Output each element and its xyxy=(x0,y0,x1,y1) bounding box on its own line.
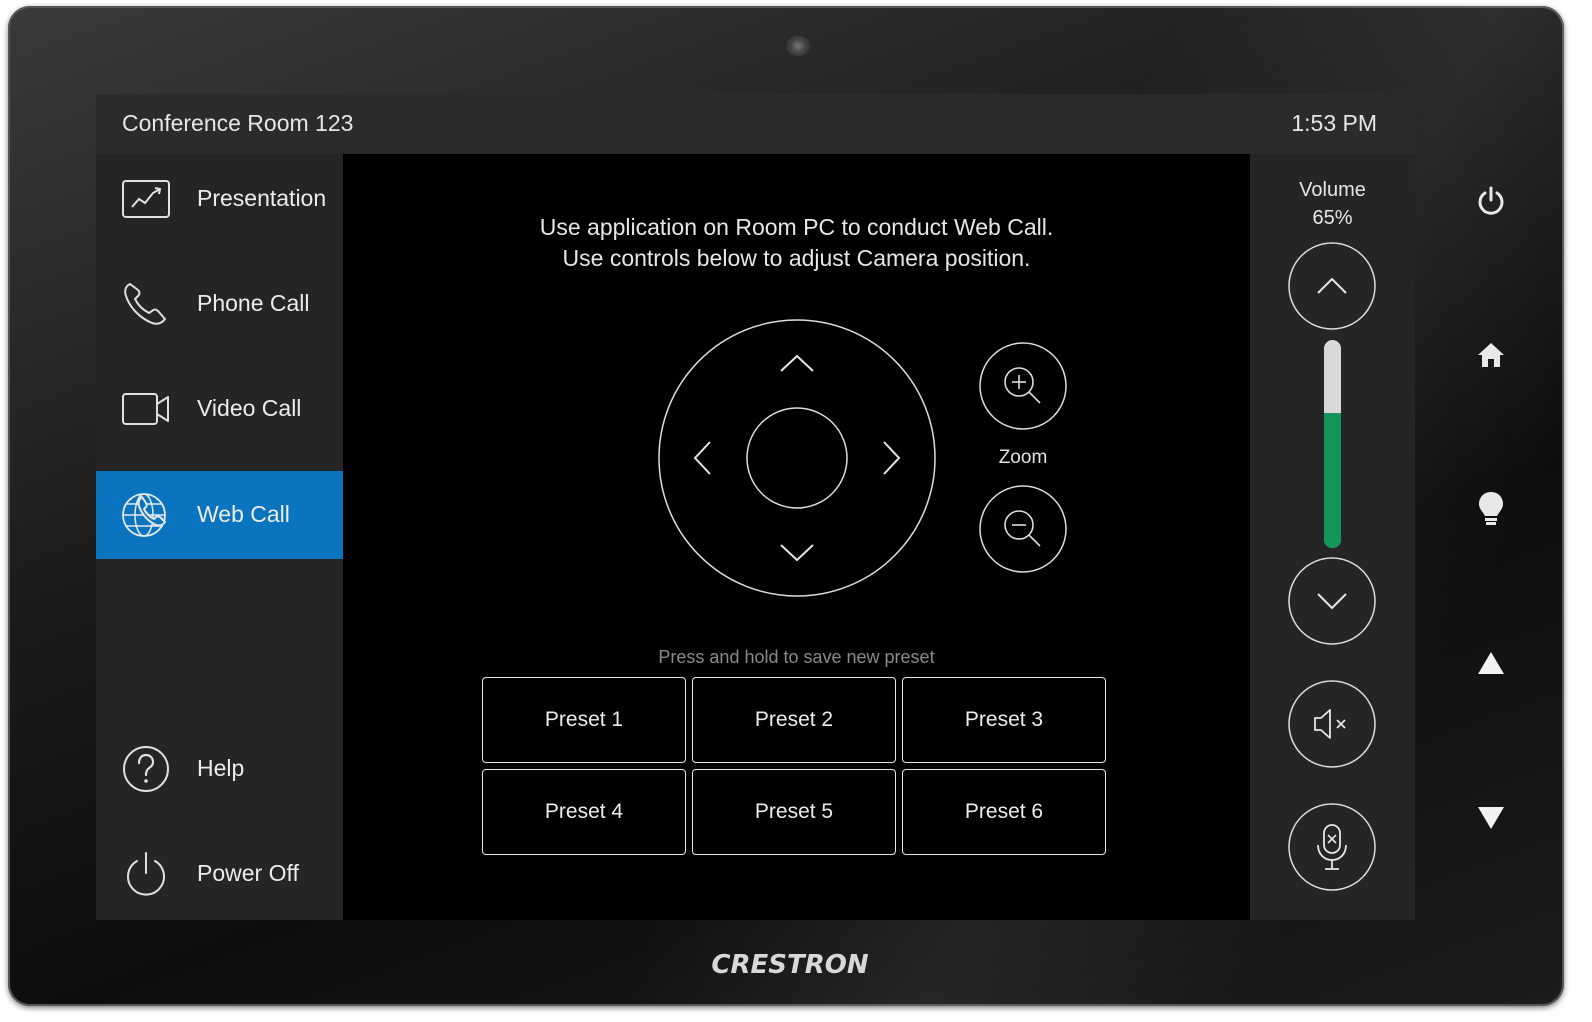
nav-item-video-call[interactable]: Video Call xyxy=(96,365,343,453)
hardware-up-button[interactable] xyxy=(1466,638,1516,688)
volume-level-fill xyxy=(1324,412,1341,548)
hardware-home-button[interactable] xyxy=(1466,330,1516,380)
nav-label-phone-call: Phone Call xyxy=(197,290,310,316)
mute-microphone-button[interactable] xyxy=(1288,803,1376,891)
volume-percent: 65% xyxy=(1312,207,1353,229)
volume-up-button[interactable] xyxy=(1288,242,1376,330)
clock: 1:53 PM xyxy=(1291,110,1377,136)
speaker-mute-icon xyxy=(1314,709,1346,739)
presentation-chart-icon xyxy=(122,180,170,218)
zoom-out-button[interactable] xyxy=(979,485,1067,573)
volume-label: Volume xyxy=(1299,179,1366,201)
instructions-line-1: Use application on Room PC to conduct We… xyxy=(539,214,1054,240)
brand-logo: CRESTRON xyxy=(711,950,869,980)
nav-label-power-off: Power Off xyxy=(197,860,299,886)
camera-up-button[interactable] xyxy=(762,339,832,389)
chevron-up-icon xyxy=(1317,277,1347,294)
room-name: Conference Room 123 xyxy=(122,110,354,136)
nav-label-help: Help xyxy=(197,755,245,781)
nav-label-presentation: Presentation xyxy=(197,185,327,211)
volume-title: Volume 65% xyxy=(1250,176,1415,232)
instructions: Use application on Room PC to conduct We… xyxy=(343,212,1250,274)
preset-5-button[interactable]: Preset 5 xyxy=(692,769,896,855)
preset-hint: Press and hold to save new preset xyxy=(658,647,935,667)
zoom-in-icon xyxy=(1004,367,1041,404)
video-camera-icon xyxy=(122,393,169,425)
power-icon xyxy=(1478,186,1504,215)
nav-item-phone-call[interactable]: Phone Call xyxy=(96,260,343,348)
camera-left-button[interactable] xyxy=(678,423,728,493)
touch-screen: Conference Room 123 1:53 PM Presentation… xyxy=(96,94,1415,920)
camera-dpad xyxy=(658,319,936,597)
top-bar: Conference Room 123 1:53 PM xyxy=(96,94,1415,154)
microphone-mute-icon xyxy=(1317,824,1347,870)
hardware-power-button[interactable] xyxy=(1466,176,1516,226)
camera-right-button[interactable] xyxy=(866,423,916,493)
preset-4-button[interactable]: Preset 4 xyxy=(482,769,686,855)
question-icon xyxy=(123,746,169,792)
camera-lens xyxy=(786,36,810,56)
light-bulb-icon xyxy=(1479,492,1503,525)
chevron-down-icon xyxy=(1317,593,1347,610)
home-icon xyxy=(1478,343,1504,367)
arrow-down-icon xyxy=(1478,807,1504,829)
phone-icon xyxy=(124,283,166,325)
volume-slider[interactable] xyxy=(1324,340,1341,548)
globe-phone-icon xyxy=(122,493,166,537)
nav-label-web-call: Web Call xyxy=(197,501,290,527)
camera-down-button[interactable] xyxy=(762,527,832,577)
preset-6-button[interactable]: Preset 6 xyxy=(902,769,1106,855)
nav-item-presentation[interactable]: Presentation xyxy=(96,155,343,243)
nav-label-video-call: Video Call xyxy=(197,395,302,421)
preset-3-button[interactable]: Preset 3 xyxy=(902,677,1106,763)
nav-item-power-off[interactable]: Power Off xyxy=(96,830,343,918)
preset-1-button[interactable]: Preset 1 xyxy=(482,677,686,763)
nav-item-help[interactable]: Help xyxy=(96,725,343,813)
sidebar: Presentation Phone Call Video Call Web C… xyxy=(96,154,343,920)
web-call-panel: Use application on Room PC to conduct We… xyxy=(343,154,1250,920)
instructions-line-2: Use controls below to adjust Camera posi… xyxy=(562,245,1031,271)
hardware-down-button[interactable] xyxy=(1466,793,1516,843)
volume-down-button[interactable] xyxy=(1288,557,1376,645)
preset-2-button[interactable]: Preset 2 xyxy=(692,677,896,763)
zoom-out-icon xyxy=(1004,510,1041,547)
hardware-light-button[interactable] xyxy=(1466,484,1516,534)
camera-center-button[interactable] xyxy=(746,407,848,509)
zoom-label: Zoom xyxy=(998,447,1048,468)
power-icon xyxy=(127,852,165,896)
nav-item-web-call[interactable]: Web Call xyxy=(96,471,343,559)
arrow-up-icon xyxy=(1478,652,1504,674)
mute-speaker-button[interactable] xyxy=(1288,680,1376,768)
volume-panel: Volume 65% xyxy=(1250,154,1415,920)
zoom-in-button[interactable] xyxy=(979,342,1067,430)
